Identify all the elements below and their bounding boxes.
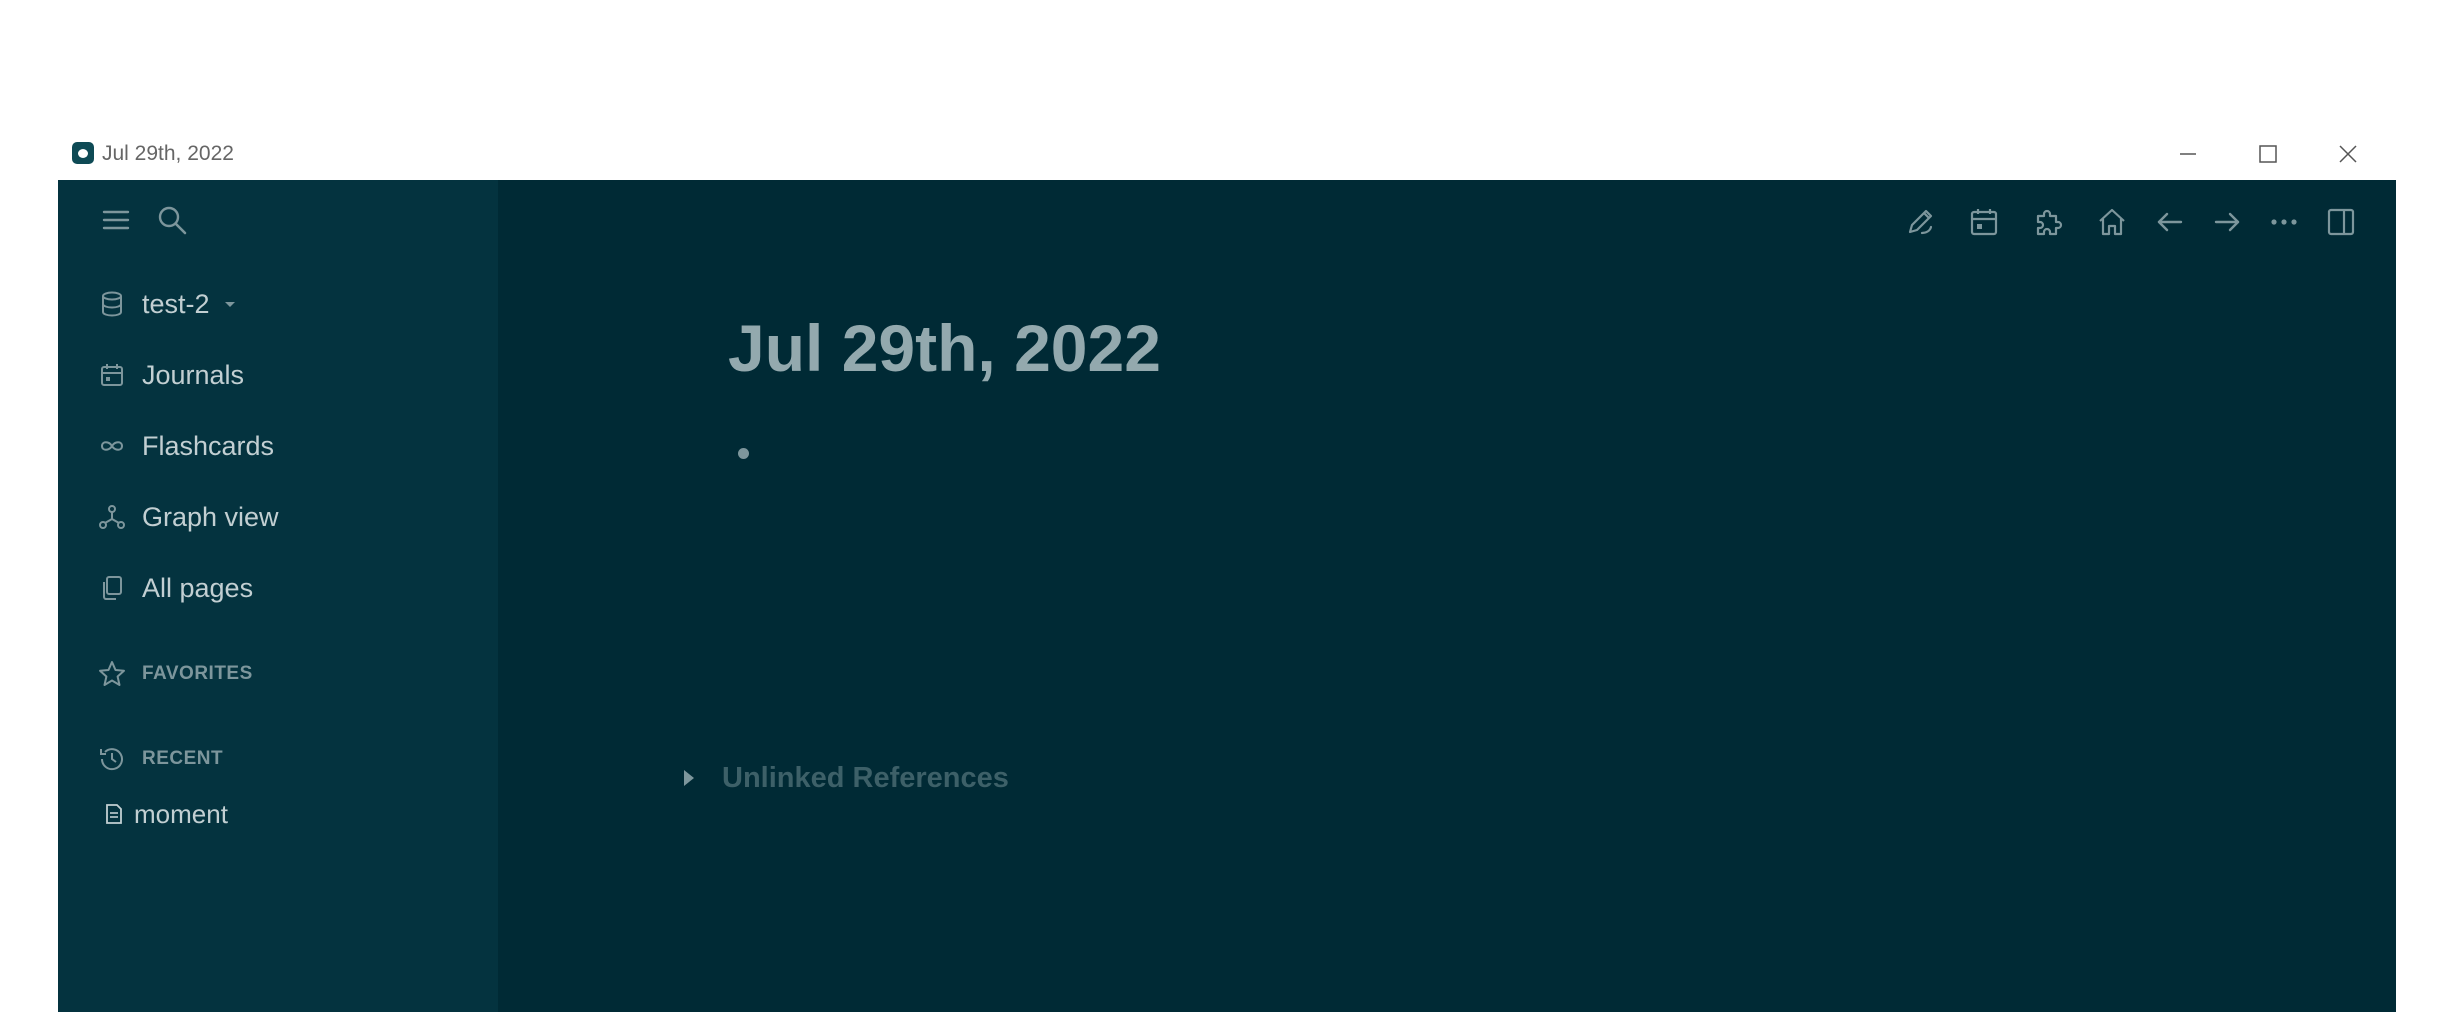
window-titlebar: Jul 29th, 2022 <box>58 136 2396 180</box>
left-sidebar: test-2 Journals Flashcards Graph view Al… <box>58 180 498 1012</box>
recent-header[interactable]: RECENT <box>98 741 223 777</box>
favorites-header[interactable]: FAVORITES <box>98 656 253 692</box>
menu-icon <box>102 210 130 230</box>
sidebar-item-all-pages[interactable]: All pages <box>98 566 478 610</box>
more-button[interactable] <box>2264 202 2304 242</box>
sidebar-item-label: Graph view <box>142 501 279 532</box>
plugins-button[interactable] <box>2028 202 2068 242</box>
block-bullet[interactable] <box>738 448 749 459</box>
menu-button[interactable] <box>98 202 134 238</box>
window-title: Jul 29th, 2022 <box>102 142 234 165</box>
graph-icon <box>98 503 126 531</box>
chevron-down-icon <box>224 302 235 307</box>
page-title[interactable]: Jul 29th, 2022 <box>728 310 1161 386</box>
sidebar-item-graph-view[interactable]: Graph view <box>98 495 478 539</box>
home-button[interactable] <box>2092 202 2132 242</box>
journals-button[interactable] <box>1964 202 2004 242</box>
recent-item-label: moment <box>134 798 228 829</box>
graph-selector[interactable]: test-2 <box>98 282 478 326</box>
sidebar-item-label: Journals <box>142 359 245 390</box>
minimize-icon <box>2180 153 2196 155</box>
toggle-right-sidebar-button[interactable] <box>2321 202 2361 242</box>
search-icon <box>158 206 187 235</box>
right-sidebar-icon <box>2327 208 2355 236</box>
maximize-icon <box>2259 145 2277 163</box>
database-icon <box>98 290 126 318</box>
draw-button[interactable] <box>1900 202 1940 242</box>
forward-button[interactable] <box>2207 202 2247 242</box>
close-button[interactable] <box>2318 136 2378 172</box>
infinity-icon <box>98 432 126 460</box>
back-button[interactable] <box>2150 202 2190 242</box>
app-icon <box>72 142 94 164</box>
file-icon <box>104 803 124 825</box>
app-window: test-2 Journals Flashcards Graph view Al… <box>58 180 2396 1012</box>
search-button[interactable] <box>154 202 190 238</box>
calendar-icon <box>98 361 126 389</box>
history-icon <box>98 745 126 773</box>
puzzle-icon <box>2036 209 2063 236</box>
caret-right-icon <box>684 770 694 786</box>
graph-name: test-2 <box>142 288 210 319</box>
unlinked-references-toggle[interactable]: Unlinked References <box>684 758 1009 798</box>
more-icon <box>2271 219 2297 225</box>
sidebar-item-label: All pages <box>142 572 254 603</box>
recent-item-moment[interactable]: moment <box>104 794 228 834</box>
star-icon <box>98 660 126 688</box>
calendar-icon <box>1970 209 1998 236</box>
favorites-label: FAVORITES <box>142 663 253 684</box>
arrow-left-icon <box>2157 212 2183 232</box>
arrow-right-icon <box>2214 212 2240 232</box>
sidebar-item-flashcards[interactable]: Flashcards <box>98 424 478 468</box>
pages-icon <box>98 574 126 602</box>
sidebar-item-label: Flashcards <box>142 430 275 461</box>
recent-label: RECENT <box>142 748 224 769</box>
minimize-button[interactable] <box>2158 136 2218 172</box>
close-icon <box>2339 145 2357 163</box>
pencil-icon <box>1908 209 1933 235</box>
maximize-button[interactable] <box>2238 136 2298 172</box>
unlinked-references-label: Unlinked References <box>722 761 1009 794</box>
home-icon <box>2099 208 2125 236</box>
sidebar-item-journals[interactable]: Journals <box>98 353 478 397</box>
